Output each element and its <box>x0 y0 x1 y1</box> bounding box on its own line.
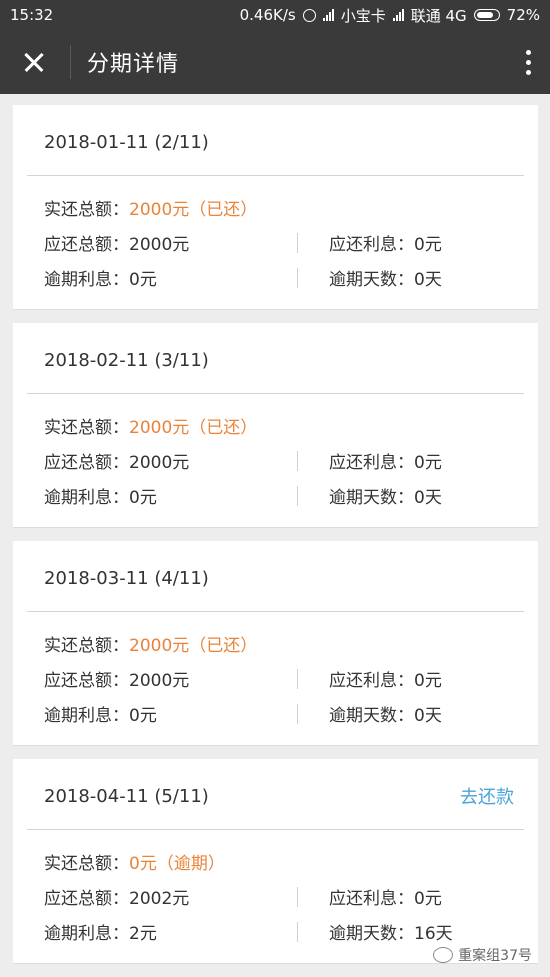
actual-total-value: 2000元（已还） <box>129 200 258 220</box>
watermark-text: 重案组37号 <box>458 948 532 964</box>
wechat-icon <box>433 947 454 963</box>
overdue-days-value: 0天 <box>414 270 442 290</box>
due-total-value: 2000元 <box>129 453 190 473</box>
due-interest-value: 0元 <box>414 453 442 473</box>
overdue-days-value: 0天 <box>414 706 442 726</box>
due-interest-value: 0元 <box>414 889 442 909</box>
due-total-label: 应还总额： <box>44 889 129 909</box>
due-interest-label: 应还利息： <box>329 889 414 909</box>
signal-icon <box>322 9 334 21</box>
overdue-days-value: 0天 <box>414 488 442 508</box>
due-total-label: 应还总额： <box>44 235 129 255</box>
signal-icon-2 <box>392 9 404 21</box>
nav-bar: 分期详情 <box>0 30 550 94</box>
due-interest-value: 0元 <box>414 671 442 691</box>
installment-card: 2018-01-11 (2/11) 实还总额： 2000元（已还） 应还总额：20… <box>13 105 538 309</box>
nav-divider <box>70 45 71 79</box>
installment-card: 2018-02-11 (3/11) 实还总额： 2000元（已还） 应还总额：20… <box>13 323 538 527</box>
due-total-value: 2000元 <box>129 235 190 255</box>
actual-total-value: 0元（逾期） <box>129 854 225 874</box>
installment-card: 2018-03-11 (4/11) 实还总额： 2000元（已还） 应还总额：20… <box>13 541 538 745</box>
overdue-days-value: 16天 <box>414 924 453 944</box>
due-total-value: 2000元 <box>129 671 190 691</box>
alarm-icon <box>302 8 316 22</box>
installment-list: 2018-01-11 (2/11) 实还总额： 2000元（已还） 应还总额：20… <box>13 105 538 977</box>
overdue-interest-label: 逾期利息： <box>44 924 129 944</box>
watermark: 重案组37号 <box>433 945 532 965</box>
status-right: 0.46K/s 小宝卡 联通 4G 72% <box>240 5 540 26</box>
network-speed: 0.46K/s <box>239 6 296 24</box>
overdue-interest-value: 0元 <box>129 270 157 290</box>
due-interest-value: 0元 <box>414 235 442 255</box>
status-time: 15:32 <box>10 6 54 24</box>
overdue-days-label: 逾期天数： <box>329 270 414 290</box>
due-interest-label: 应还利息： <box>329 453 414 473</box>
actual-total-label: 实还总额： <box>44 200 129 220</box>
battery-icon <box>473 9 500 21</box>
battery-level: 72% <box>506 6 540 24</box>
overdue-days-label: 逾期天数： <box>329 706 414 726</box>
due-total-label: 应还总额： <box>44 453 129 473</box>
overdue-interest-label: 逾期利息： <box>44 488 129 508</box>
more-icon[interactable] <box>506 30 550 94</box>
overdue-days-label: 逾期天数： <box>329 924 414 944</box>
actual-total-label: 实还总额： <box>44 418 129 438</box>
installment-date: 2018-03-11 (4/11) <box>44 567 209 589</box>
due-total-label: 应还总额： <box>44 671 129 691</box>
page-title: 分期详情 <box>87 52 180 77</box>
installment-date: 2018-04-11 (5/11) <box>44 785 209 807</box>
overdue-interest-value: 0元 <box>129 706 157 726</box>
due-total-value: 2002元 <box>129 889 190 909</box>
overdue-interest-label: 逾期利息： <box>44 270 129 290</box>
overdue-interest-value: 0元 <box>129 488 157 508</box>
overdue-interest-label: 逾期利息： <box>44 706 129 726</box>
sim2-label: 联通 4G <box>410 6 467 25</box>
close-icon[interactable] <box>0 30 70 94</box>
installment-date: 2018-02-11 (3/11) <box>44 349 209 371</box>
due-interest-label: 应还利息： <box>329 671 414 691</box>
repay-button[interactable]: 去还款 <box>460 779 524 809</box>
status-bar: 15:32 0.46K/s 小宝卡 联通 4G 72% <box>0 0 550 30</box>
installment-date: 2018-01-11 (2/11) <box>44 131 209 153</box>
sim1-label: 小宝卡 <box>340 6 386 25</box>
actual-total-label: 实还总额： <box>44 636 129 656</box>
actual-total-value: 2000元（已还） <box>129 636 258 656</box>
actual-total-value: 2000元（已还） <box>129 418 258 438</box>
overdue-interest-value: 2元 <box>129 924 157 944</box>
due-interest-label: 应还利息： <box>329 235 414 255</box>
actual-total-label: 实还总额： <box>44 854 129 874</box>
installment-card: 2018-04-11 (5/11) 去还款 实还总额： 0元（逾期） 应还总额：2… <box>13 759 538 963</box>
overdue-days-label: 逾期天数： <box>329 488 414 508</box>
